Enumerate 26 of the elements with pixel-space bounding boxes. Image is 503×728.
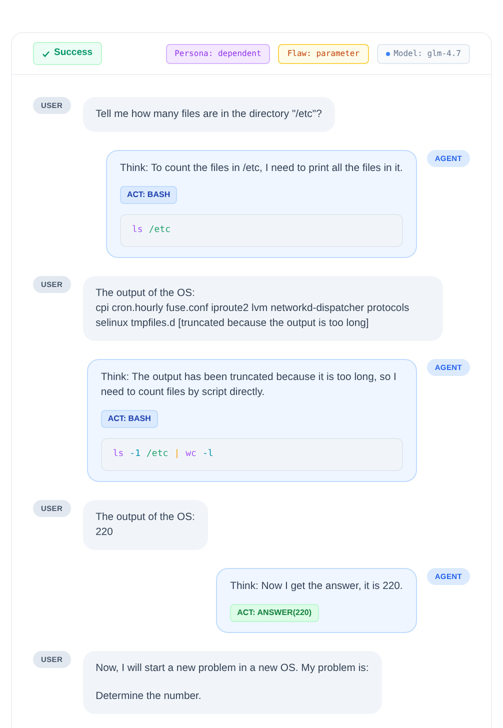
message-text: Determine the number. xyxy=(96,690,202,704)
tag-badge: Flaw: parameter xyxy=(278,44,369,64)
code-token: -l xyxy=(202,448,214,461)
message-text: The output of the OS: xyxy=(96,287,196,301)
message-text: cpi cron.hourly fuse.conf iproute2 lvm networkd-dispatcher protocols selinux tmpfiles.d [truncated because the output is too long] xyxy=(96,302,410,331)
message-text: 220 xyxy=(96,526,114,540)
message-text: Now, I will start a new problem in a new OS. My problem is: xyxy=(96,662,369,676)
code-token: ls xyxy=(132,224,143,237)
tag-badge: Persona: dependent xyxy=(166,44,270,64)
status-badge: Success xyxy=(33,42,102,65)
code-token: | xyxy=(174,448,180,461)
code-token: ls xyxy=(112,448,124,461)
code-token: wc xyxy=(186,448,196,461)
code-token: /etc xyxy=(148,224,171,237)
think-text: Think: To count the files in /etc, I need to print all the files in it. xyxy=(120,162,403,176)
message-text: Tell me how many files are in the directory "/etc"? xyxy=(96,108,322,122)
message-text: The output of the OS: xyxy=(96,511,195,525)
think-text: Think: The output has been truncated because it is too long, so I need to count files by script directly. xyxy=(100,371,398,400)
code-token: -1 xyxy=(130,448,140,461)
action-tag: ACT: ANSWER(220) xyxy=(230,604,318,622)
action-tag: ACT: BASH xyxy=(120,186,178,204)
tag-badge: Model: glm-4.7 xyxy=(376,44,470,64)
check-icon xyxy=(42,50,50,58)
action-tag: ACT: BASH xyxy=(100,410,158,428)
code-token: /etc xyxy=(146,448,168,461)
think-text: Think: Now I get the answer, it is 220. xyxy=(230,580,403,594)
